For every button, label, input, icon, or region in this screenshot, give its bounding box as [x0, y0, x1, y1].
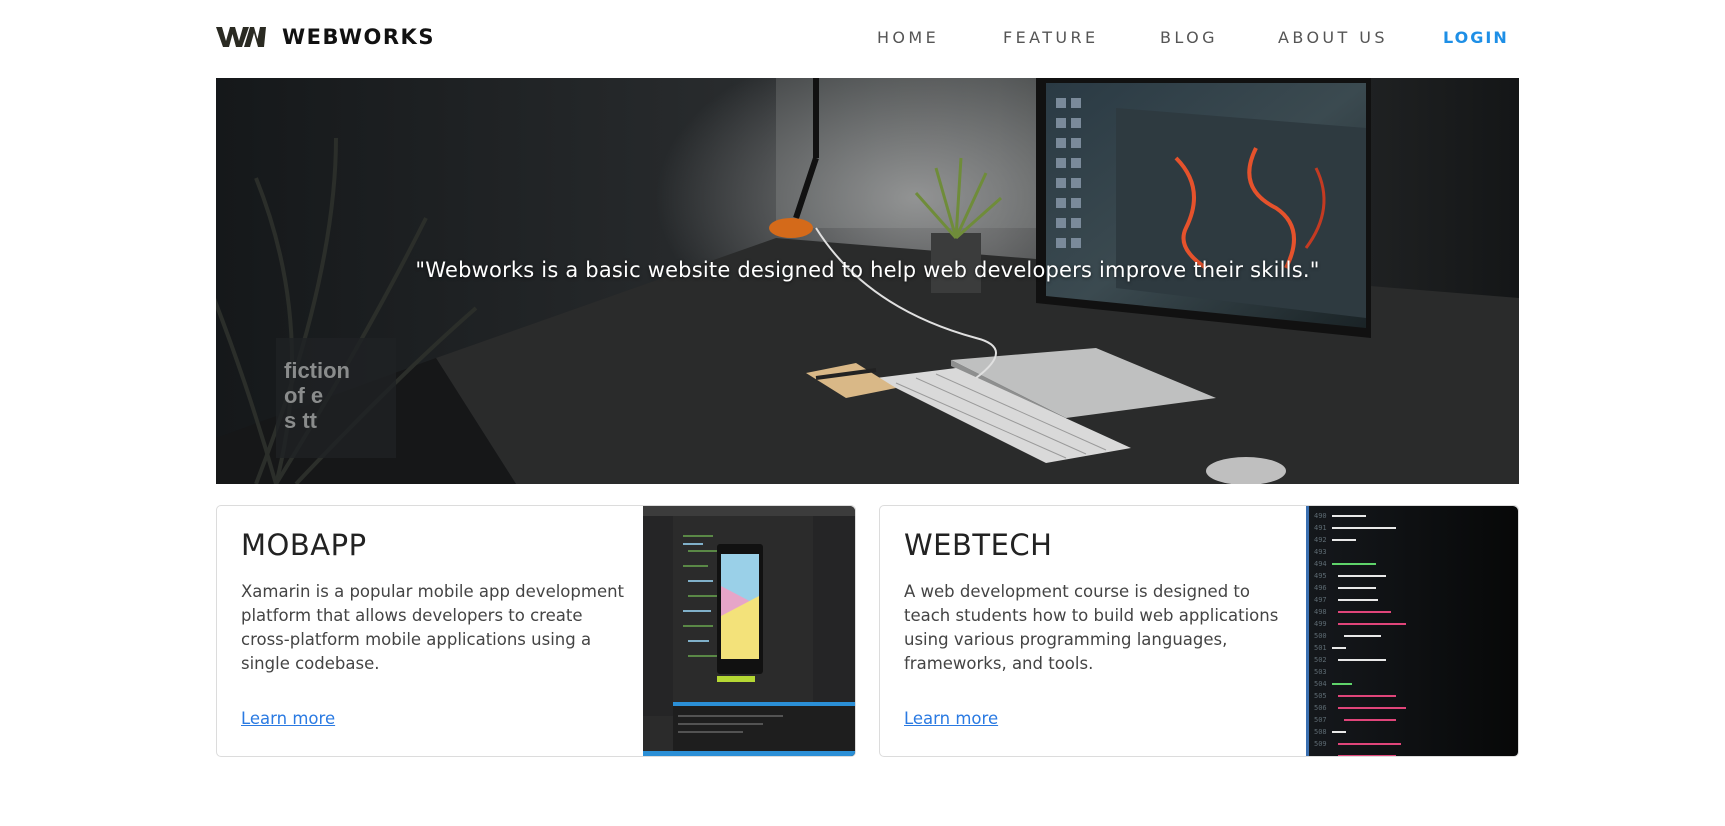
nav-home[interactable]: HOME	[877, 28, 939, 47]
svg-text:505: 505	[1314, 692, 1327, 700]
nav-links: HOME FEATURE BLOG ABOUT US LOGIN	[0, 28, 1725, 50]
card-body: MOBAPP Xamarin is a popular mobile app d…	[241, 506, 641, 756]
nav-about-us[interactable]: ABOUT US	[1278, 28, 1388, 47]
card-description: A web development course is designed to …	[904, 582, 1279, 673]
card-image-ide-screenshot	[643, 506, 855, 756]
svg-text:491: 491	[1314, 524, 1327, 532]
top-navbar: WEBWORKS HOME FEATURE BLOG ABOUT US LOGI…	[0, 0, 1725, 78]
svg-text:496: 496	[1314, 584, 1327, 592]
svg-text:492: 492	[1314, 536, 1327, 544]
svg-text:493: 493	[1314, 548, 1327, 556]
nav-login[interactable]: LOGIN	[1443, 28, 1509, 47]
svg-text:500: 500	[1314, 632, 1327, 640]
nav-blog[interactable]: BLOG	[1160, 28, 1218, 47]
svg-text:494: 494	[1314, 560, 1327, 568]
svg-text:fiction: fiction	[284, 358, 350, 383]
hero-banner: fiction of e s tt "Webworks is a basic w…	[216, 78, 1519, 484]
svg-text:490: 490	[1314, 512, 1327, 520]
course-card-webtech: WEBTECH A web development course is desi…	[879, 505, 1519, 757]
nav-feature[interactable]: FEATURE	[1003, 28, 1099, 47]
svg-text:507: 507	[1314, 716, 1327, 724]
svg-text:499: 499	[1314, 620, 1327, 628]
svg-text:s tt: s tt	[284, 408, 318, 433]
svg-text:509: 509	[1314, 740, 1327, 748]
card-image-code-screen: 490 491 492 493 494 495 496 497 498 499 500 501 …	[1306, 506, 1518, 756]
card-description: Xamarin is a popular mobile app developm…	[241, 582, 625, 673]
svg-text:501: 501	[1314, 644, 1327, 652]
svg-text:498: 498	[1314, 608, 1327, 616]
card-title: MOBAPP	[241, 528, 367, 562]
card-title: WEBTECH	[904, 528, 1053, 562]
svg-text:497: 497	[1314, 596, 1327, 604]
svg-text:508: 508	[1314, 728, 1327, 736]
card-body: WEBTECH A web development course is desi…	[904, 506, 1304, 756]
svg-text:506: 506	[1314, 704, 1327, 712]
learn-more-link[interactable]: Learn more	[904, 709, 998, 728]
svg-text:502: 502	[1314, 656, 1327, 664]
learn-more-link[interactable]: Learn more	[241, 709, 335, 728]
svg-text:of e: of e	[284, 383, 323, 408]
course-card-mobapp: MOBAPP Xamarin is a popular mobile app d…	[216, 505, 856, 757]
svg-text:504: 504	[1314, 680, 1327, 688]
svg-text:495: 495	[1314, 572, 1327, 580]
svg-text:503: 503	[1314, 668, 1327, 676]
hero-quote: "Webworks is a basic website designed to…	[415, 258, 1320, 282]
